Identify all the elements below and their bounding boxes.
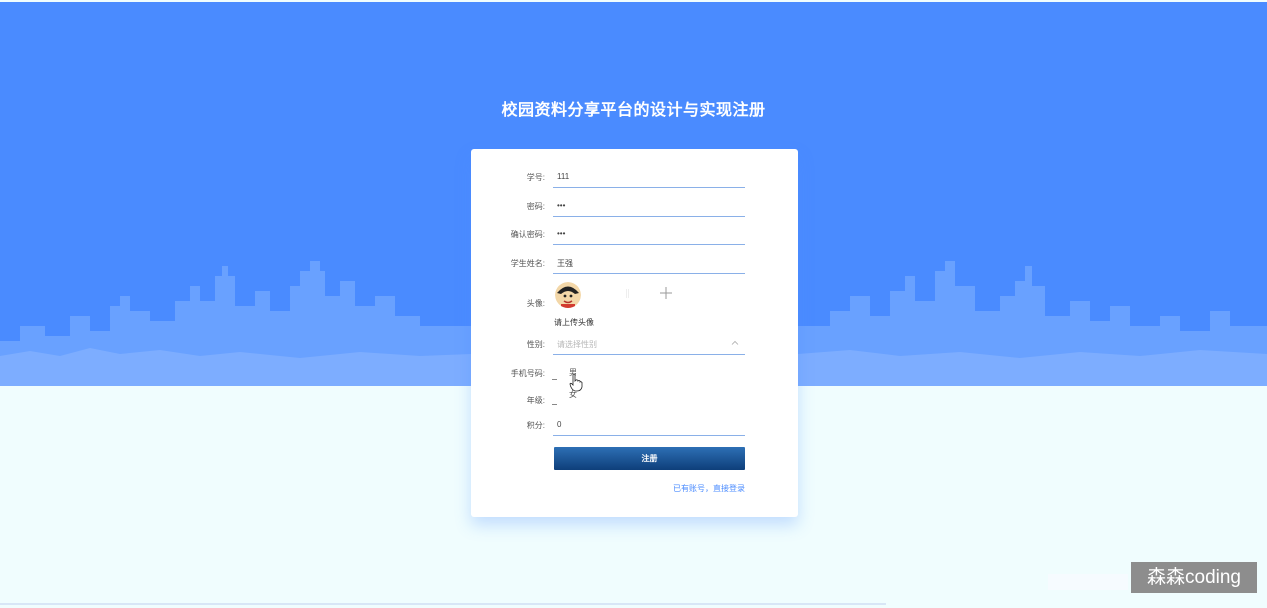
upload-plus-icon[interactable] <box>659 286 673 300</box>
points-value: 0 <box>557 420 562 429</box>
points-input[interactable]: 0 <box>553 414 745 436</box>
hand-cursor-icon <box>569 374 583 392</box>
confirm-password-input[interactable]: ••• <box>553 223 745 245</box>
grade-row: 年级: <box>471 389 798 415</box>
avatar-row: 头像: <box>471 292 798 318</box>
avatar-image[interactable] <box>555 282 581 308</box>
gender-label: 性别: <box>526 340 545 349</box>
avatar-upload-hint: 请上传头像 <box>554 318 594 327</box>
avatar-cartoon-icon <box>555 282 581 308</box>
upload-divider <box>626 289 629 298</box>
gender-placeholder: 请选择性别 <box>557 340 597 349</box>
page-title: 校园资料分享平台的设计与实现注册 <box>501 102 766 119</box>
grade-input-stub[interactable] <box>552 404 557 405</box>
register-form-card: 学号: 111 密码: ••• 确认密码: ••• 学生姓名: 王强 头像: 请… <box>471 149 798 517</box>
bottom-divider <box>0 603 886 605</box>
confirm-password-row: 确认密码: ••• <box>471 223 798 249</box>
confirm-password-label: 确认密码: <box>510 230 545 239</box>
student-id-input[interactable]: 111 <box>553 166 745 188</box>
confirm-password-value: ••• <box>557 229 566 238</box>
student-name-value: 王强 <box>557 259 573 268</box>
password-label: 密码: <box>526 202 545 211</box>
student-name-input[interactable]: 王强 <box>553 252 745 274</box>
chevron-up-icon <box>731 340 739 345</box>
grade-label: 年级: <box>526 396 545 405</box>
points-row: 积分: 0 <box>471 414 798 440</box>
gender-row: 性别: 请选择性别 <box>471 333 798 359</box>
password-row: 密码: ••• <box>471 195 798 221</box>
watermark: 森森coding <box>1131 562 1257 593</box>
student-id-value: 111 <box>557 172 570 181</box>
avatar-label: 头像: <box>526 299 545 308</box>
password-value: ••• <box>557 201 566 210</box>
phone-row: 手机号码: <box>471 362 798 388</box>
phone-label: 手机号码: <box>510 369 545 378</box>
student-id-label: 学号: <box>526 173 545 182</box>
password-input[interactable]: ••• <box>553 195 745 217</box>
phone-input-stub[interactable] <box>552 379 557 380</box>
background-blur <box>1048 574 1128 590</box>
student-name-label: 学生姓名: <box>510 259 545 268</box>
student-name-row: 学生姓名: 王强 <box>471 252 798 278</box>
gender-select[interactable]: 请选择性别 <box>553 333 745 355</box>
register-button[interactable]: 注册 <box>554 447 745 470</box>
student-id-row: 学号: 111 <box>471 166 798 192</box>
login-link[interactable]: 已有账号，直接登录 <box>673 483 745 494</box>
points-label: 积分: <box>526 421 545 430</box>
